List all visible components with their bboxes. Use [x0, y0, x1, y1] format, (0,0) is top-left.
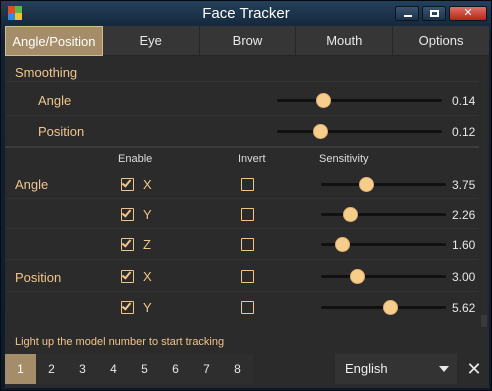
section-divider — [5, 146, 479, 148]
position-x-enable-checkbox[interactable] — [121, 269, 134, 283]
settings-panel: Smoothing Angle 0.14 Position 0.12 Enabl… — [5, 57, 479, 327]
angle-y-slider-thumb[interactable] — [342, 207, 358, 222]
smoothing-angle-track[interactable] — [277, 99, 442, 102]
position-y-slider-thumb[interactable] — [382, 300, 398, 315]
angle-x-value: 3.75 — [452, 178, 476, 192]
angle-z-value: 1.60 — [452, 238, 476, 252]
position-x-value: 3.00 — [452, 270, 476, 284]
smoothing-header: Smoothing — [15, 65, 78, 80]
maximize-button[interactable] — [422, 6, 446, 21]
angle-z-slider-thumb[interactable] — [335, 237, 351, 252]
smoothing-position-slider-thumb[interactable] — [312, 124, 328, 139]
model-button-7[interactable]: 7 — [191, 354, 222, 384]
model-button-5[interactable]: 5 — [129, 354, 160, 384]
angle-x-invert-checkbox[interactable] — [241, 178, 254, 191]
angle-z-invert-checkbox[interactable] — [241, 238, 254, 251]
divider — [5, 228, 479, 229]
angle-z-axis-label: Z — [143, 237, 151, 252]
angle-x-axis-label: X — [143, 177, 152, 192]
sensitivity-column-header: Sensitivity — [319, 153, 369, 165]
invert-column-header: Invert — [238, 153, 266, 165]
close-icon: ✕ — [463, 7, 473, 19]
smoothing-angle-slider-thumb[interactable] — [316, 93, 332, 108]
tab-mouth[interactable]: Mouth — [296, 26, 394, 56]
minimize-button[interactable] — [395, 6, 419, 21]
position-x-slider-thumb[interactable] — [350, 269, 366, 284]
model-button-8[interactable]: 8 — [222, 354, 253, 384]
divider — [5, 81, 479, 82]
angle-y-value: 2.26 — [452, 208, 476, 222]
position-y-invert-checkbox[interactable] — [241, 301, 254, 314]
panel-scrollbar[interactable] — [481, 57, 487, 327]
angle-y-axis-label: Y — [143, 207, 152, 222]
tab-bar: Angle/Position Eye Brow Mouth Options — [5, 26, 489, 56]
status-message: Light up the model number to start track… — [15, 336, 225, 348]
tab-options[interactable]: Options — [393, 26, 489, 56]
tab-angle-position[interactable]: Angle/Position — [5, 26, 103, 56]
model-button-4[interactable]: 4 — [98, 354, 129, 384]
divider — [5, 115, 479, 116]
position-x-invert-checkbox[interactable] — [241, 270, 254, 283]
angle-x-enable-checkbox[interactable] — [121, 177, 134, 191]
close-panel-button[interactable]: ✕ — [459, 354, 489, 384]
angle-x-track[interactable] — [321, 183, 446, 186]
angle-y-invert-checkbox[interactable] — [241, 208, 254, 221]
divider — [5, 198, 479, 199]
angle-y-track[interactable] — [321, 213, 446, 216]
angle-x-slider-thumb[interactable] — [359, 177, 374, 192]
enable-column-header: Enable — [118, 153, 153, 165]
model-button-2[interactable]: 2 — [36, 354, 67, 384]
language-value: English — [345, 361, 388, 376]
model-button-3[interactable]: 3 — [67, 354, 98, 384]
language-select[interactable]: English — [335, 354, 457, 384]
close-window-button[interactable]: ✕ — [449, 6, 487, 21]
position-group-label: Position — [15, 270, 62, 285]
tab-eye[interactable]: Eye — [102, 26, 200, 56]
position-x-track[interactable] — [321, 275, 446, 278]
angle-z-enable-checkbox[interactable] — [121, 237, 134, 251]
scrollbar-thumb[interactable] — [481, 315, 487, 327]
angle-group-label: Angle — [15, 177, 49, 192]
smoothing-angle-value: 0.14 — [452, 94, 476, 108]
position-y-enable-checkbox[interactable] — [121, 300, 134, 314]
angle-y-enable-checkbox[interactable] — [121, 207, 134, 221]
divider — [5, 259, 479, 260]
dropdown-arrow-icon — [439, 366, 449, 372]
footer-bar: Light up the model number to start track… — [5, 328, 489, 388]
model-button-6[interactable]: 6 — [160, 354, 191, 384]
divider — [5, 291, 479, 292]
position-y-axis-label: Y — [143, 300, 152, 315]
minimize-icon — [404, 15, 412, 17]
smoothing-position-value: 0.12 — [452, 125, 476, 139]
face-tracker-window: Face Tracker ✕ Angle/Position Eye Brow M… — [0, 0, 492, 391]
tab-brow[interactable]: Brow — [199, 26, 297, 56]
smoothing-position-track[interactable] — [277, 130, 442, 133]
smoothing-position-label: Position — [38, 124, 85, 139]
maximize-icon — [430, 10, 439, 17]
position-y-value: 5.62 — [452, 301, 476, 315]
model-button-1[interactable]: 1 — [5, 354, 36, 384]
client-area: Angle/Position Eye Brow Mouth Options Sm… — [5, 26, 489, 388]
title-bar[interactable]: Face Tracker ✕ — [1, 1, 491, 25]
smoothing-angle-label: Angle — [38, 93, 72, 108]
position-x-axis-label: X — [143, 269, 152, 284]
